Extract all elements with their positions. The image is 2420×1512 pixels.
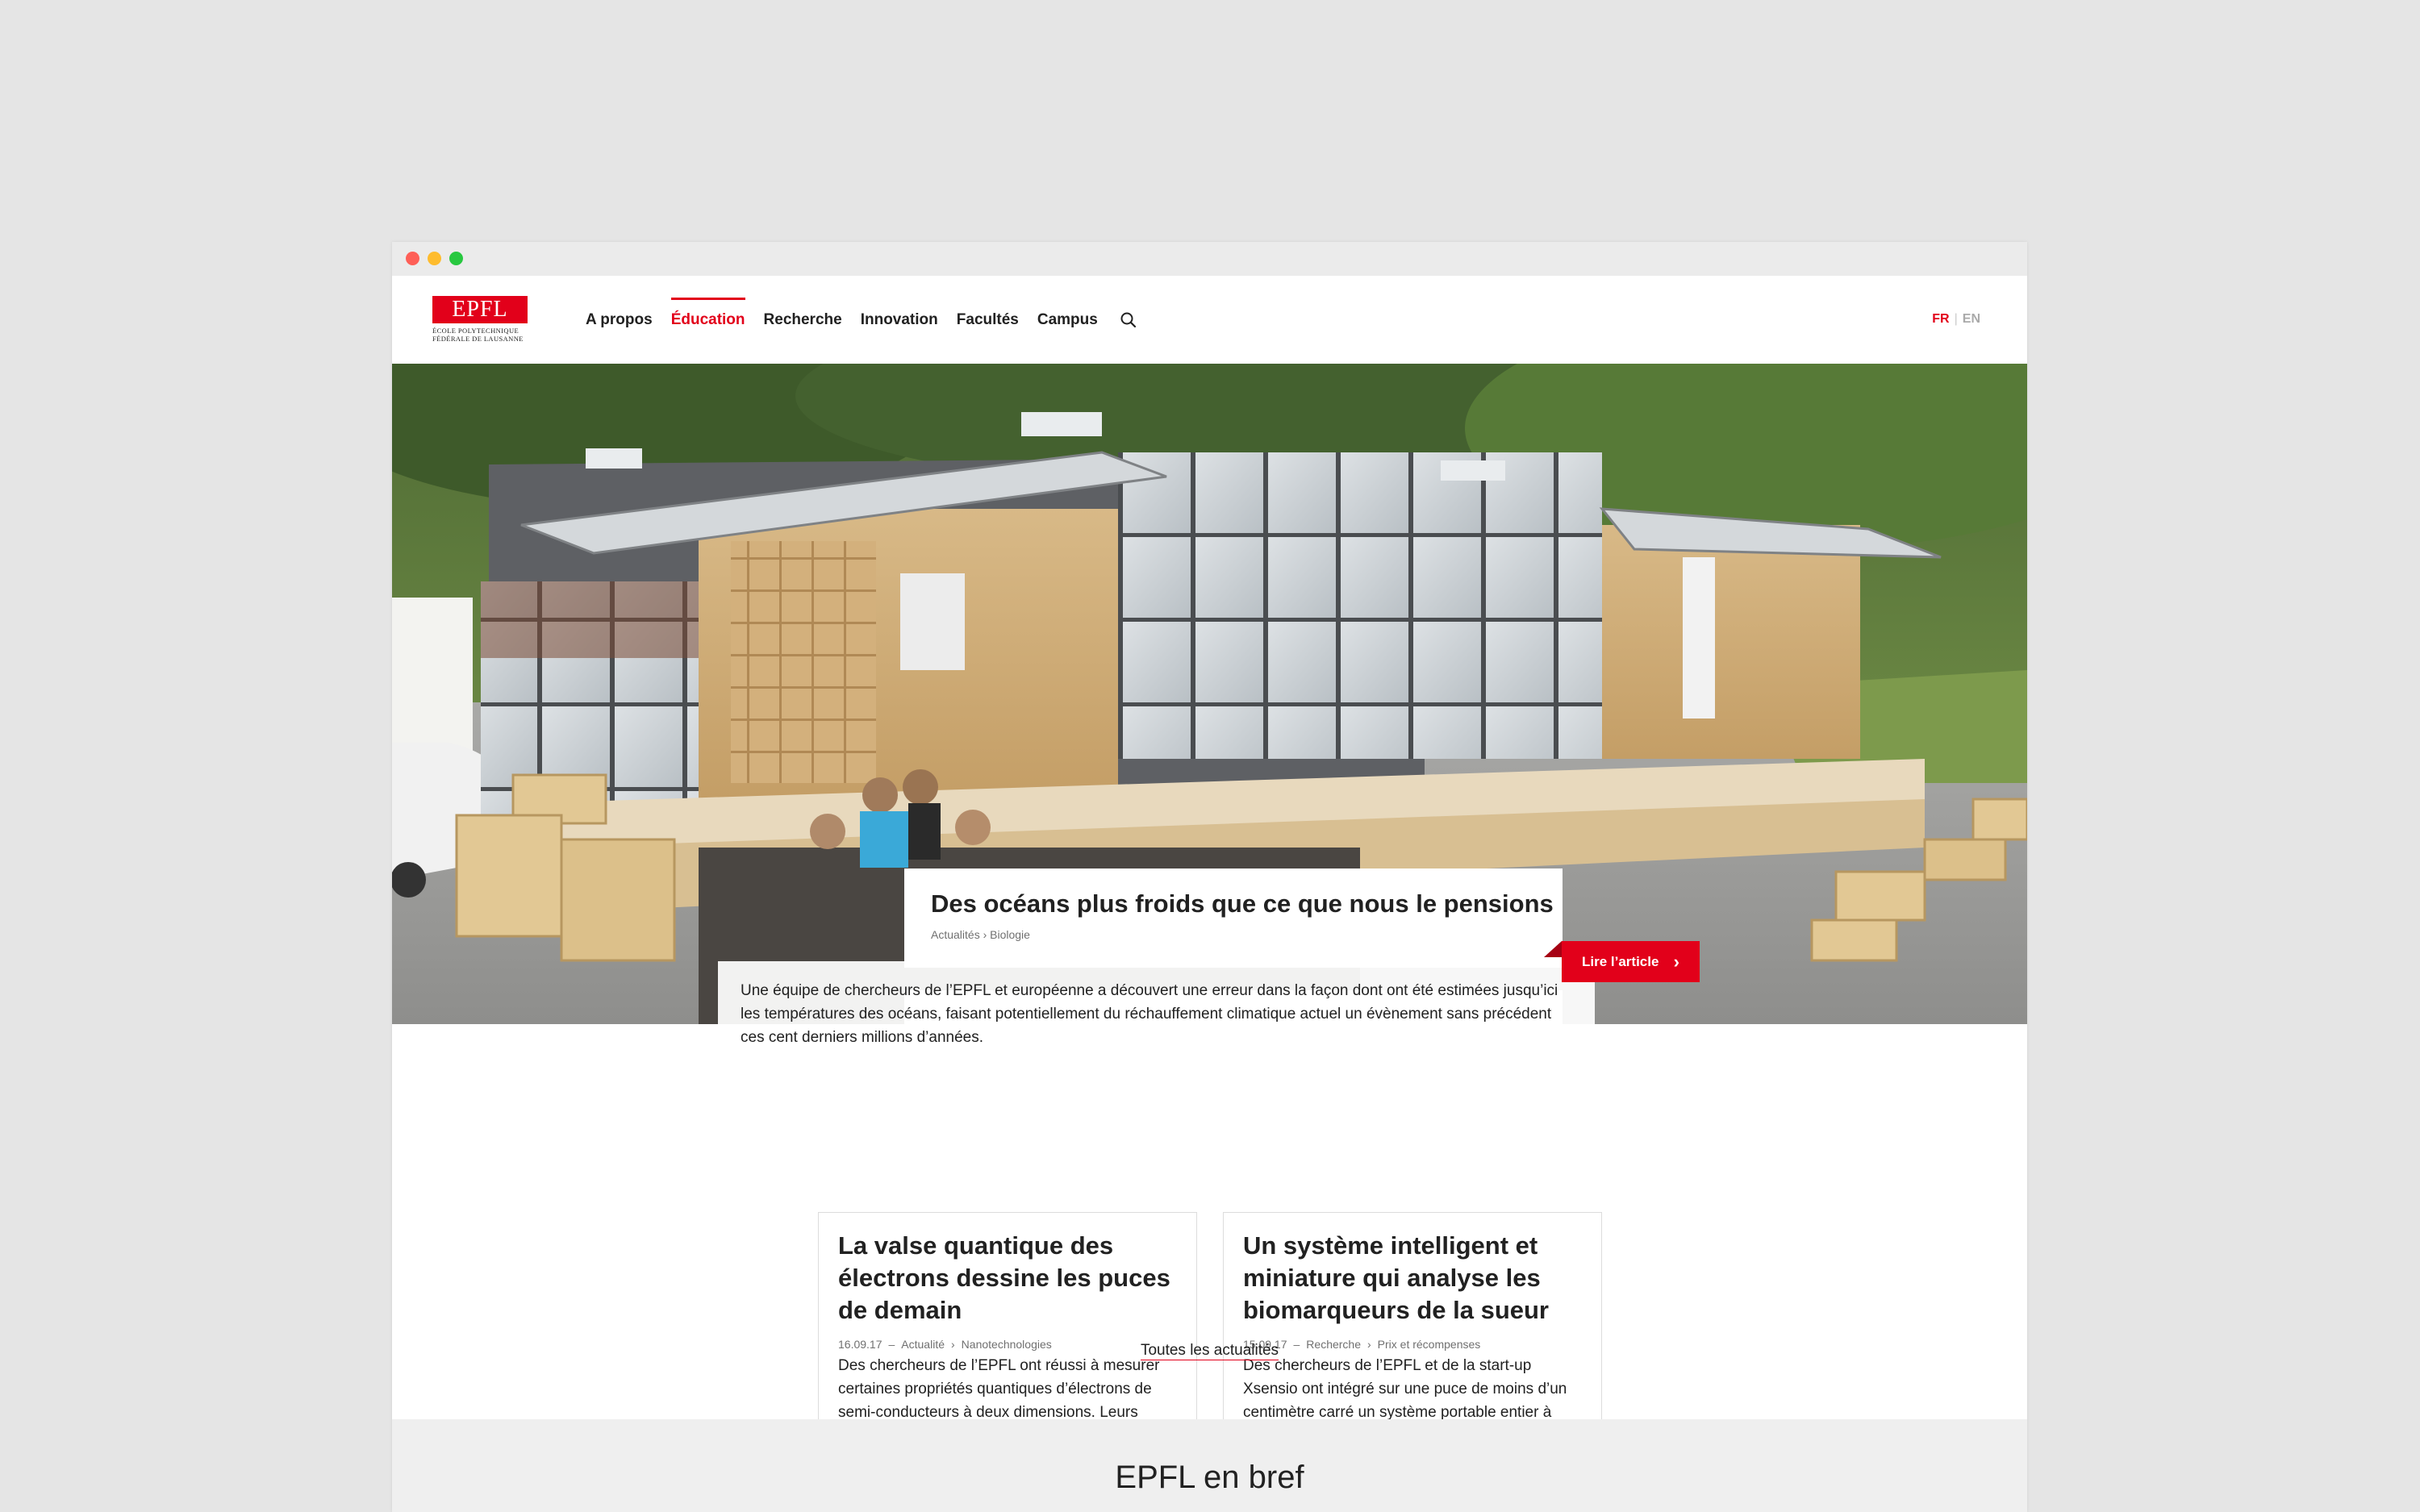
hero-breadcrumb: Actualités › Biologie <box>931 928 1030 941</box>
read-article-button[interactable]: Lire l’article <box>1562 941 1700 982</box>
news-card-title[interactable]: Un système intelligent et miniature qui … <box>1243 1230 1582 1327</box>
hero-excerpt: Une équipe de chercheurs de l’EPFL et eu… <box>718 961 1595 1060</box>
lang-fr-link[interactable]: FR <box>1932 312 1949 326</box>
maximize-window-button[interactable] <box>449 252 463 265</box>
window-titlebar <box>392 242 2027 276</box>
nav-item-facultes[interactable]: Facultés <box>957 276 1019 364</box>
brief-title: EPFL en bref <box>1115 1460 1304 1495</box>
close-window-button[interactable] <box>406 252 419 265</box>
nav-item-innovation[interactable]: Innovation <box>861 276 938 364</box>
logo-subtitle: ÉCOLE POLYTECHNIQUE FÉDÉRALE DE LAUSANNE <box>432 327 524 343</box>
nav-item-a-propos[interactable]: A propos <box>586 276 653 364</box>
language-switcher: FR | EN <box>1932 312 1980 327</box>
brief-section: EPFL en bref <box>392 1419 2027 1512</box>
minimize-window-button[interactable] <box>428 252 441 265</box>
main-nav: A propos Éducation Recherche Innovation … <box>586 276 1137 364</box>
nav-item-education[interactable]: Éducation <box>670 276 745 364</box>
hero-title-card[interactable]: Des océans plus froids que ce que nous l… <box>904 868 1563 968</box>
search-icon[interactable] <box>1120 311 1137 329</box>
site-header: EPFL ÉCOLE POLYTECHNIQUE FÉDÉRALE DE LAU… <box>392 276 2027 364</box>
button-flap-decoration <box>1544 941 1562 957</box>
logo-mark: EPFL <box>432 296 528 323</box>
news-card-title[interactable]: La valse quantique des électrons dessine… <box>838 1230 1177 1327</box>
lang-separator: | <box>1954 312 1958 326</box>
browser-window: EPFL ÉCOLE POLYTECHNIQUE FÉDÉRALE DE LAU… <box>392 242 2027 1512</box>
nav-item-campus[interactable]: Campus <box>1037 276 1098 364</box>
nav-item-recherche[interactable]: Recherche <box>764 276 842 364</box>
all-news-link[interactable]: Toutes les actualités <box>1140 1342 1279 1360</box>
epfl-logo[interactable]: EPFL ÉCOLE POLYTECHNIQUE FÉDÉRALE DE LAU… <box>432 296 529 343</box>
all-news-section: Toutes les actualités <box>392 1342 2027 1360</box>
hero-title[interactable]: Des océans plus froids que ce que nous l… <box>931 889 1554 918</box>
lang-en-link[interactable]: EN <box>1963 312 1980 326</box>
